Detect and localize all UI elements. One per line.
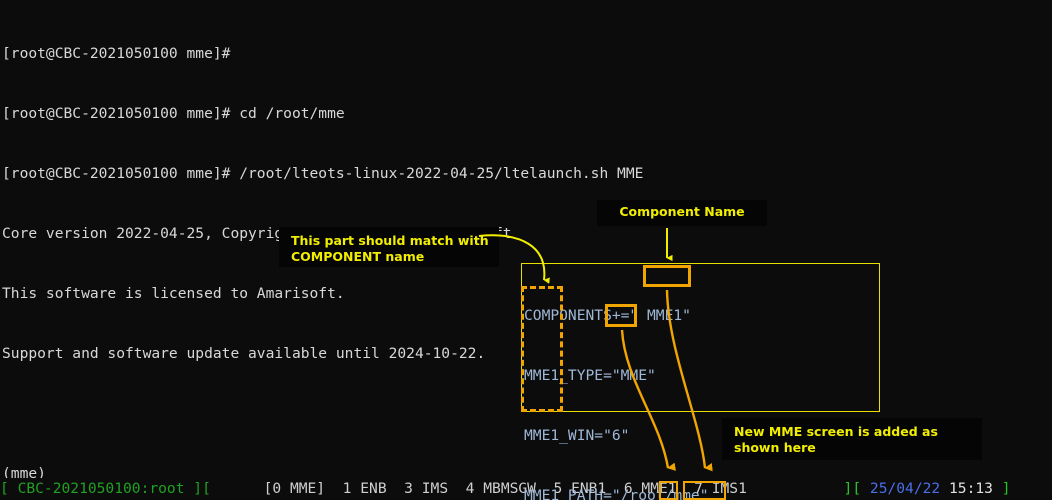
terminal-line: This software is licensed to Amarisoft. [2,285,345,302]
terminal-line: [root@CBC-2021050100 mme]# [2,45,231,62]
terminal-output[interactable]: [root@CBC-2021050100 mme]# [root@CBC-202… [0,0,1052,482]
terminal-screenshot: [root@CBC-2021050100 mme]# [root@CBC-202… [0,0,1052,500]
status-gap2 [861,480,870,497]
status-end-bracket: ] [1001,480,1011,497]
terminal-line: Core version 2022-04-25, Copyright (C) 2… [2,225,512,242]
status-time: 15:13 [949,480,993,497]
status-close-bracket: ][ [843,480,862,497]
terminal-line: [root@CBC-2021050100 mme]# /root/lteots-… [2,165,644,182]
status-date: 25/04/22 [869,480,941,497]
status-gap4 [993,480,1002,497]
status-spacer2 [747,480,844,497]
status-screen-name-mme1[interactable]: MME1 [641,480,676,497]
status-gap3 [940,480,949,497]
status-host-label: [ CBC-2021050100:root ][ [0,480,211,497]
terminal-line: Support and software update available un… [2,345,486,362]
terminal-line: [root@CBC-2021050100 mme]# cd /root/mme [2,105,345,122]
status-spacer [211,480,264,497]
status-screen-number-6[interactable]: 6 [624,480,633,497]
status-screen-list-suffix[interactable]: 7 IMS1 [677,480,747,497]
status-screen-list-prefix[interactable]: [0 MME] 1 ENB 3 IMS 4 MBMSGW 5 ENB1 [264,480,624,497]
status-bar: [ CBC-2021050100:root ][ [0 MME] 1 ENB 3… [0,478,1052,500]
